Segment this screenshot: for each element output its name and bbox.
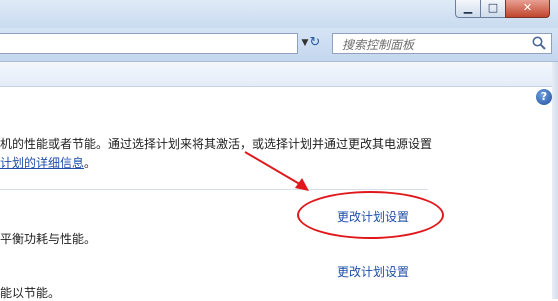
window-title-bar: ▁ □ ✕	[0, 0, 558, 28]
intro-link-row: 计划的详细信息。	[0, 152, 96, 171]
intro-link-suffix: 。	[84, 156, 97, 170]
help-icon[interactable]: ?	[536, 89, 552, 105]
change-plan-settings-link-2[interactable]: 更改计划设置	[337, 263, 409, 280]
red-arrow-annotation	[244, 151, 309, 191]
search-placeholder: 搜索控制面板	[342, 38, 415, 52]
intro-text: 机的性能或者节能。通过选择计划来将其激活，或选择计划并通过更改其电源设置	[0, 137, 433, 151]
plan-3-description: 能以节能。	[0, 286, 61, 300]
search-input[interactable]: 搜索控制面板	[332, 33, 552, 54]
close-button[interactable]: ✕	[505, 0, 550, 18]
address-field[interactable]	[0, 33, 298, 54]
plan-details-link[interactable]: 计划的详细信息	[0, 156, 84, 170]
command-strip	[0, 62, 558, 87]
maximize-button[interactable]: □	[480, 0, 506, 18]
navigation-bar: ▼ ↻ 搜索控制面板	[0, 28, 558, 62]
search-icon[interactable]	[531, 35, 547, 51]
refresh-icon[interactable]: ↻	[304, 33, 326, 54]
minimize-button[interactable]: ▁	[455, 0, 481, 18]
plan-1-description: 平衡功耗与性能。	[0, 232, 97, 246]
divider	[0, 189, 428, 190]
red-oval-highlight	[297, 191, 444, 239]
window-right-edge	[552, 62, 558, 299]
